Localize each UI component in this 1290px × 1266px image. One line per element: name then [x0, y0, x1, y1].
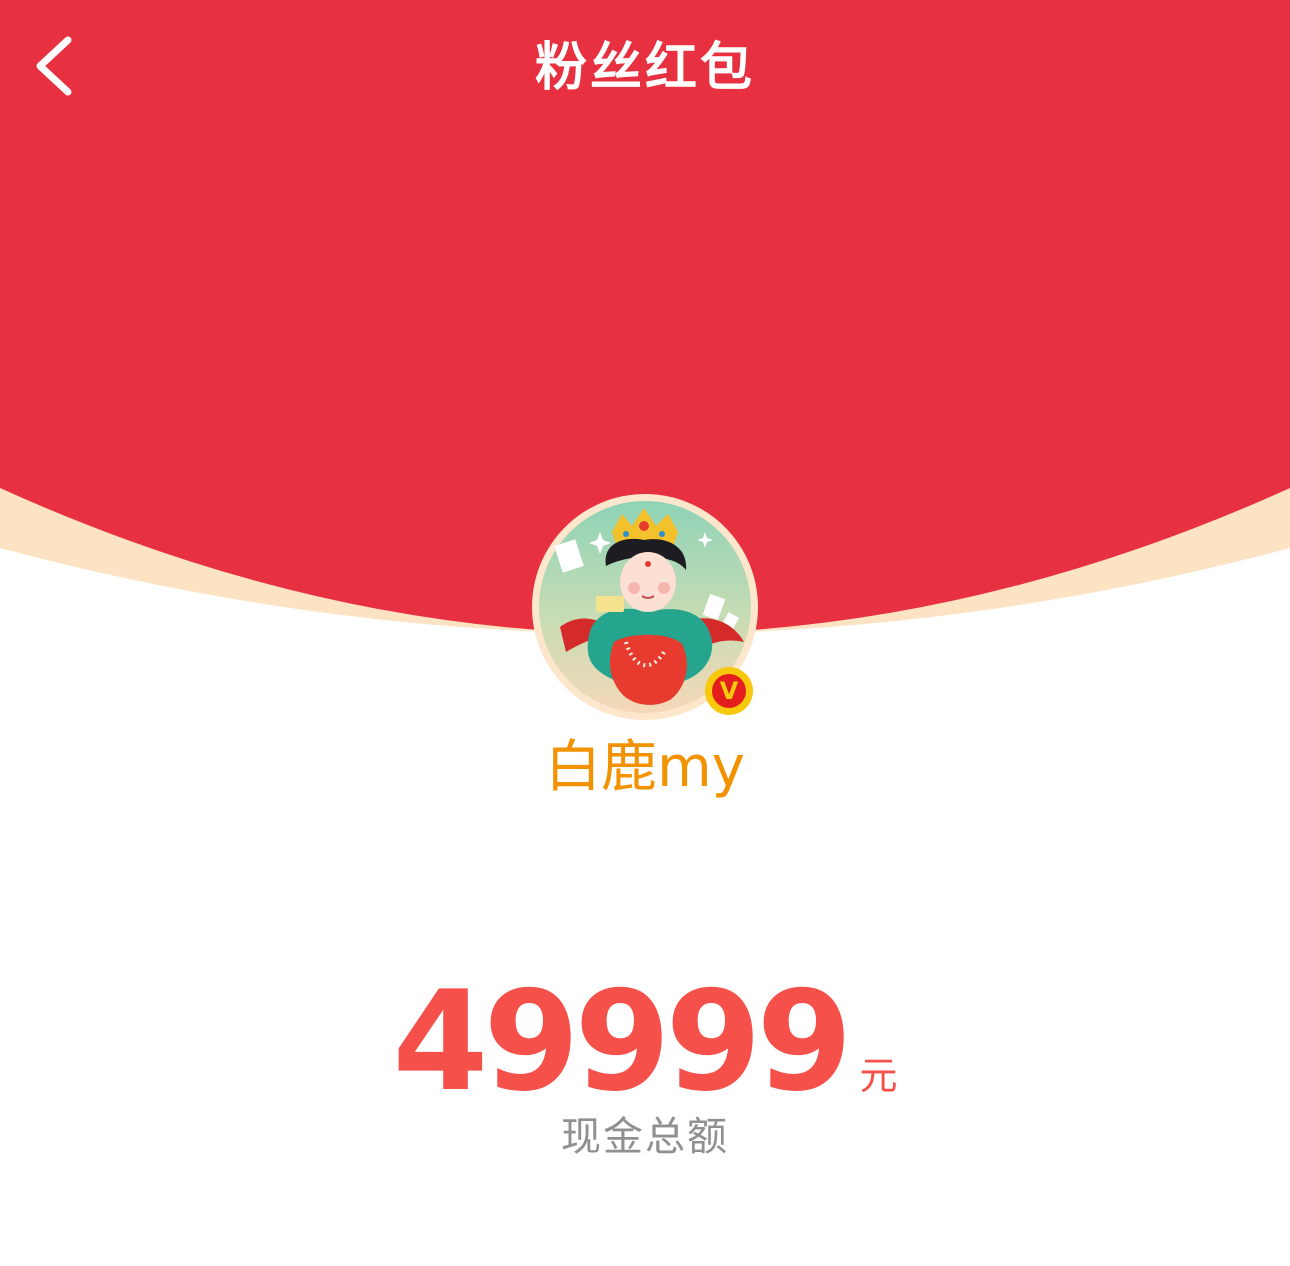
verified-badge-label: V — [720, 677, 739, 705]
cash-amount: 49999 元 — [0, 972, 1290, 1112]
amount-unit: 元 — [859, 1054, 898, 1098]
verified-badge-icon: V — [705, 667, 753, 715]
page-title: 粉丝红包 — [534, 38, 755, 98]
amount-label: 现金总额 — [561, 1114, 729, 1160]
username[interactable]: 白鹿my — [0, 728, 1290, 808]
amount-value: 49999 — [392, 961, 852, 1122]
avatar[interactable]: V — [530, 492, 760, 722]
